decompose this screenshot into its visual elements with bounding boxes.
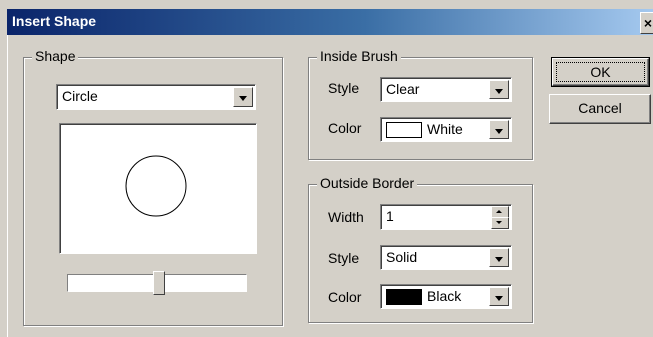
- border-style-label: Style: [328, 250, 360, 266]
- inside-color-select[interactable]: White: [380, 117, 512, 142]
- shape-preview: [59, 123, 257, 254]
- shape-group-legend: Shape: [32, 48, 79, 64]
- inside-color-value: White: [427, 121, 463, 137]
- width-stepper[interactable]: 1: [380, 204, 512, 230]
- inside-color-label: Color: [328, 120, 362, 136]
- inside-style-select[interactable]: Clear: [380, 77, 512, 102]
- outside-border-legend: Outside Border: [317, 175, 418, 191]
- chevron-down-icon[interactable]: [489, 248, 509, 267]
- width-label: Width: [328, 209, 364, 225]
- inside-brush-legend: Inside Brush: [317, 48, 401, 64]
- circle-shape: [125, 155, 187, 217]
- preview-canvas: [125, 155, 187, 217]
- border-color-value: Black: [427, 288, 462, 304]
- title-bar[interactable]: Insert Shape: [7, 9, 653, 35]
- border-color-label: Color: [328, 289, 362, 305]
- spin-down-icon[interactable]: [491, 217, 509, 229]
- color-swatch: [386, 122, 422, 138]
- cancel-button[interactable]: Cancel: [549, 94, 651, 124]
- inside-style-value: Clear: [386, 81, 420, 97]
- color-swatch: [386, 289, 422, 305]
- shape-select[interactable]: Circle: [56, 84, 256, 110]
- border-style-value: Solid: [386, 249, 418, 265]
- border-color-select[interactable]: Black: [380, 284, 512, 309]
- border-style-select[interactable]: Solid: [380, 245, 512, 270]
- inside-brush-group: Inside Brush: [308, 48, 533, 160]
- close-button[interactable]: ×: [640, 12, 653, 34]
- insert-shape-dialog: Insert Shape × Shape Circle Inside Brush…: [0, 0, 653, 337]
- slider-thumb[interactable]: [153, 271, 165, 295]
- ok-button[interactable]: OK: [551, 57, 650, 87]
- chevron-down-icon[interactable]: [489, 120, 509, 139]
- size-slider[interactable]: [67, 271, 247, 295]
- focus-rect: [556, 62, 645, 82]
- window-border: [7, 35, 8, 337]
- chevron-down-icon[interactable]: [233, 87, 253, 107]
- cancel-button-label: Cancel: [578, 100, 622, 116]
- width-value: 1: [386, 208, 394, 224]
- chevron-down-icon[interactable]: [489, 287, 509, 306]
- inside-style-label: Style: [328, 80, 360, 96]
- shape-select-value: Circle: [62, 88, 98, 104]
- window-title: Insert Shape: [12, 13, 97, 29]
- chevron-down-icon[interactable]: [489, 80, 509, 99]
